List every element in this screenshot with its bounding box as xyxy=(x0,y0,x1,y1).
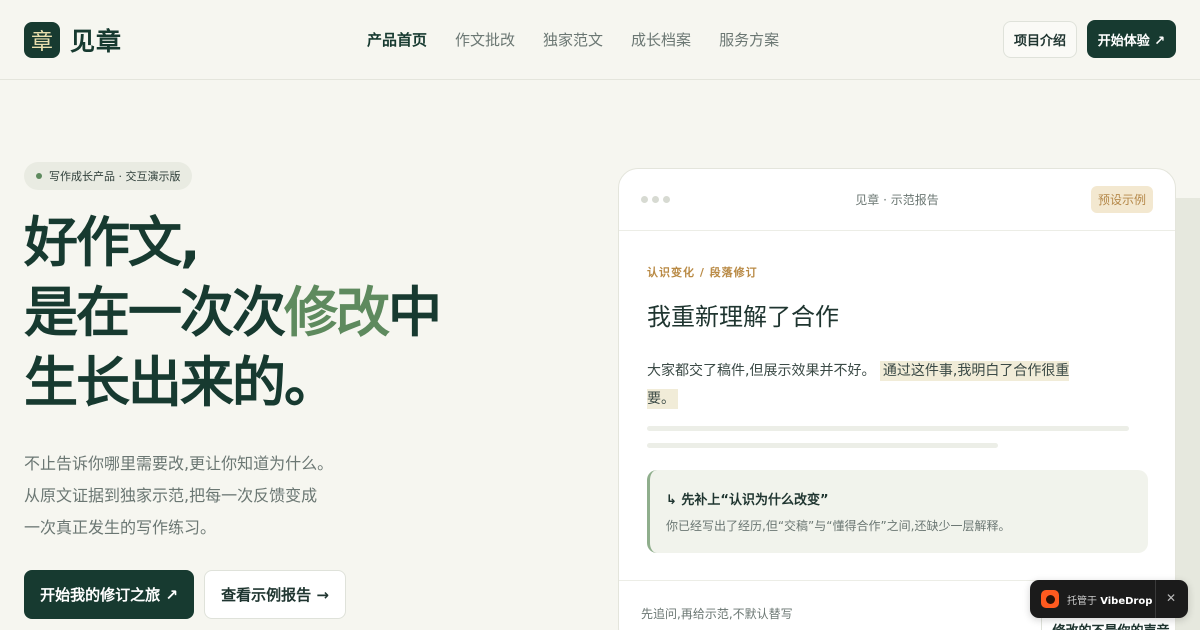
top-header: 章 见章 产品首页 作文批改 独家范文 成长档案 服务方案 项目介绍 开始体验 … xyxy=(0,0,1200,80)
start-trial-button[interactable]: 开始体验 ↗ xyxy=(1087,20,1176,58)
nav-item-samples[interactable]: 独家范文 xyxy=(543,29,603,50)
close-icon[interactable]: ✕ xyxy=(1166,591,1176,605)
hero-desc-line-2: 从原文证据到独家示范,把每一次反馈变成 xyxy=(24,486,318,505)
main-nav: 产品首页 作文批改 独家范文 成长档案 服务方案 xyxy=(367,29,807,50)
hero-title-pre: 是在一次次 xyxy=(24,281,286,344)
feedback-note: ↳ 先补上“认识为什么改变” 你已经写出了经历,但“交稿”与“懂得合作”之间,还… xyxy=(647,470,1148,553)
card-header: 见章 · 示范报告 预设示例 xyxy=(619,169,1175,231)
hero-title-accent: 修改 xyxy=(284,281,390,344)
report-breadcrumb: 认识变化 / 段落修订 xyxy=(647,266,758,279)
feedback-note-body: 你已经写出了经历,但“交稿”与“懂得合作”之间,还缺少一层解释。 xyxy=(666,519,1011,533)
paragraph-text: 大家都交了稿件,但展示效果并不好。 xyxy=(647,363,876,379)
toast-prefix: 托管于 xyxy=(1067,595,1097,607)
report-heading: 我重新理解了合作 xyxy=(647,303,839,331)
project-intro-button[interactable]: 项目介绍 xyxy=(1003,21,1077,58)
brand-logo[interactable]: 章 见章 xyxy=(24,22,122,58)
placeholder-line xyxy=(647,426,1129,431)
hero-title-line-1: 好作文, xyxy=(24,211,201,274)
vibedrop-logo-icon xyxy=(1041,590,1059,608)
hero-title: 好作文, 是在一次次修改中 生长出来的。 xyxy=(24,208,584,418)
hero-title-post: 中 xyxy=(388,281,442,344)
sample-report-card: 见章 · 示范报告 预设示例 认识变化 / 段落修订 我重新理解了合作 大家都交… xyxy=(618,168,1176,630)
preset-example-tag: 预设示例 xyxy=(1091,186,1153,213)
footer-principle-text: 先追问,再给示范,不默认替写 xyxy=(641,607,793,621)
hero-title-line-3: 生长出来的。 xyxy=(24,351,338,414)
product-badge: 写作成长产品 · 交互演示版 xyxy=(24,162,192,190)
nav-item-archive[interactable]: 成长档案 xyxy=(631,29,691,50)
badge-label: 写作成长产品 · 交互演示版 xyxy=(49,170,181,183)
hosted-by-toast[interactable]: 托管于 VibeDrop ✕ xyxy=(1030,580,1188,618)
start-revision-button[interactable]: 开始我的修订之旅 ↗ xyxy=(24,570,194,619)
toast-brand: VibeDrop xyxy=(1100,595,1153,607)
nav-item-plans[interactable]: 服务方案 xyxy=(719,29,779,50)
placeholder-line xyxy=(647,443,998,448)
vibedrop-logo-inner xyxy=(1045,594,1055,604)
nav-item-grading[interactable]: 作文批改 xyxy=(455,29,515,50)
hero-description: 不止告诉你哪里需要改,更让你知道为什么。 从原文证据到独家示范,把每一次反馈变成… xyxy=(24,448,504,544)
logo-mark: 章 xyxy=(24,22,60,58)
nav-item-home[interactable]: 产品首页 xyxy=(367,29,427,50)
hero-title-line-2: 是在一次次修改中 xyxy=(24,278,584,348)
feedback-note-title: ↳ 先补上“认识为什么改变” xyxy=(666,493,829,508)
view-sample-report-button[interactable]: 查看示例报告 → xyxy=(204,570,346,619)
toast-divider xyxy=(1155,580,1156,618)
essay-paragraph: 大家都交了稿件,但展示效果并不好。 通过这件事,我明白了合作很重要。 xyxy=(647,357,1097,413)
hero-desc-line-1: 不止告诉你哪里需要改,更让你知道为什么。 xyxy=(24,454,334,473)
toast-label: 托管于 VibeDrop xyxy=(1067,592,1152,607)
status-dot-icon xyxy=(36,173,42,179)
brand-name: 见章 xyxy=(70,27,123,56)
hero-desc-line-3: 一次真正发生的写作练习。 xyxy=(24,518,217,537)
